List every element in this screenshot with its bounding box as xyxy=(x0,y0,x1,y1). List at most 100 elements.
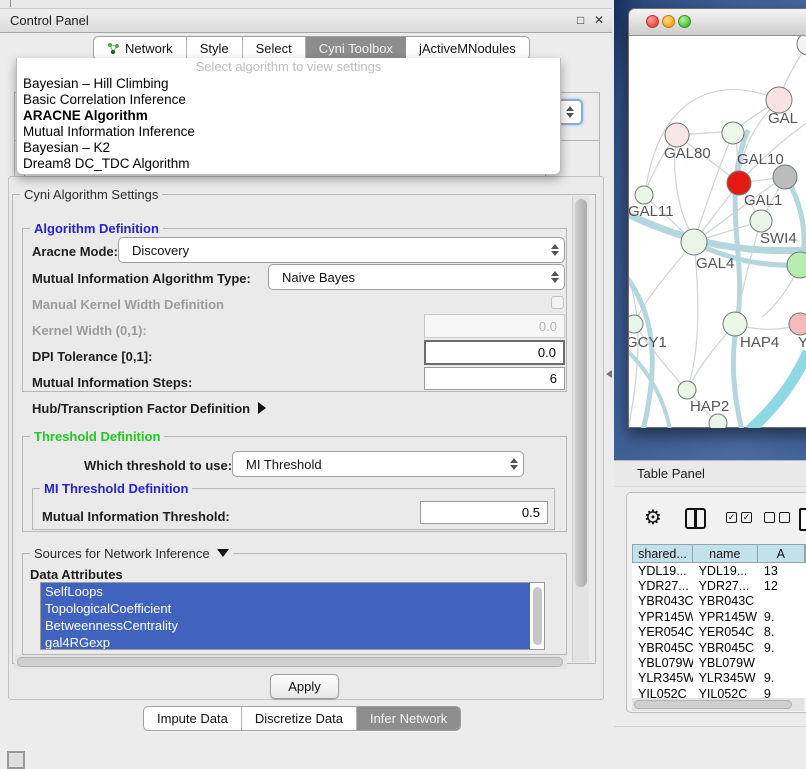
tab-jactivemnodules[interactable]: jActiveMNodules xyxy=(406,37,529,59)
network-node[interactable] xyxy=(723,312,747,336)
which-threshold-combo[interactable]: MI Threshold xyxy=(232,451,524,477)
network-node[interactable] xyxy=(797,36,806,55)
manual-kernel-checkbox[interactable] xyxy=(551,296,564,309)
network-node[interactable] xyxy=(750,210,772,232)
mi-threshold-field[interactable]: 0.5 xyxy=(420,501,548,524)
aracne-mode-combo[interactable]: Discovery xyxy=(118,237,565,263)
attribute-item-gal4rgexp[interactable]: gal4RGexp xyxy=(41,634,530,650)
tab-label: Style xyxy=(200,41,229,56)
settings-hscrollbar-thumb[interactable] xyxy=(17,657,563,667)
algorithm-option-aracne-algorithm[interactable]: ARACNE Algorithm xyxy=(17,108,560,124)
list-vscrollbar-thumb[interactable] xyxy=(533,587,542,645)
network-edge[interactable] xyxy=(750,352,806,428)
attribute-item-selfloops[interactable]: SelfLoops xyxy=(41,583,530,600)
table-cell: 12 xyxy=(758,579,806,593)
grip-box[interactable] xyxy=(7,751,25,769)
select-all-icon[interactable]: ✓✓ xyxy=(726,512,752,523)
table-row[interactable]: YIL052CYIL052C9 xyxy=(632,686,806,698)
close-button[interactable] xyxy=(646,15,659,28)
tab-label: Network xyxy=(125,41,173,56)
tab-infer-network[interactable]: Infer Network xyxy=(357,707,460,730)
mi-threshold-group-title: MI Threshold Definition xyxy=(40,481,192,496)
bottom-divider xyxy=(614,726,806,727)
tab-cyni-toolbox[interactable]: Cyni Toolbox xyxy=(306,37,406,59)
network-node[interactable] xyxy=(665,123,689,147)
mi-steps-field[interactable]: 6 xyxy=(424,367,565,390)
network-node[interactable] xyxy=(722,122,744,144)
node-label-y: Y xyxy=(798,334,806,351)
table-row[interactable]: YBR045CYBR045C9. xyxy=(632,640,806,655)
apply-label: Apply xyxy=(288,679,321,694)
network-node[interactable] xyxy=(681,229,707,255)
algorithm-option-mutual-information-inference[interactable]: Mutual Information Inference xyxy=(17,124,560,140)
export-table-icon[interactable] xyxy=(799,508,806,531)
attribute-item-betweennesscentrality[interactable]: BetweennessCentrality xyxy=(41,617,530,634)
table-row[interactable]: YLR345WYLR345W9. xyxy=(632,671,806,686)
table-cell: YPR145W xyxy=(632,610,693,624)
table-row[interactable]: YDL19...YDL19...13 xyxy=(632,563,806,578)
network-node[interactable] xyxy=(773,165,797,189)
tab-impute-data[interactable]: Impute Data xyxy=(144,707,242,730)
hub-definition-toggle[interactable]: Hub/Transcription Factor Definition xyxy=(32,400,266,418)
network-node[interactable] xyxy=(789,313,806,335)
node-label-hap4: HAP4 xyxy=(740,334,779,351)
columns-icon[interactable] xyxy=(685,508,706,529)
settings-hscrollbar[interactable] xyxy=(14,655,567,669)
network-node[interactable] xyxy=(787,252,806,278)
zoom-button[interactable] xyxy=(678,15,691,28)
tab-network[interactable]: Network xyxy=(94,37,187,59)
network-window-titlebar[interactable] xyxy=(629,9,806,36)
table-header: shared...nameA xyxy=(632,544,806,563)
aracne-mode-value: Discovery xyxy=(119,243,546,258)
tab-label: Infer Network xyxy=(370,711,447,726)
settings-vscrollbar[interactable] xyxy=(572,196,589,662)
node-label-gal4: GAL4 xyxy=(696,255,734,272)
table-row[interactable]: YER054CYER054C8. xyxy=(632,625,806,640)
data-attributes-list[interactable]: SelfLoopsTopologicalCoefficientBetweenne… xyxy=(40,582,545,650)
attribute-item-topologicalcoefficient[interactable]: TopologicalCoefficient xyxy=(41,600,530,617)
tab-style[interactable]: Style xyxy=(187,37,243,59)
table-cell: YIL052C xyxy=(632,687,693,698)
table-row[interactable]: YDR27...YDR27...12 xyxy=(632,578,806,593)
deselect-all-icon[interactable] xyxy=(764,512,790,523)
node-label-gcy1: GCY1 xyxy=(629,334,667,351)
apply-button[interactable]: Apply xyxy=(270,674,339,699)
table-rows: YDL19...YDL19...13YDR27...YDR27...12YBR0… xyxy=(632,563,806,698)
settings-vscrollbar-thumb[interactable] xyxy=(575,199,587,587)
table-cell: 13 xyxy=(758,564,806,578)
sources-title-row[interactable]: Sources for Network Inference xyxy=(30,546,233,561)
split-collapse-icon[interactable] xyxy=(606,370,612,378)
table-hscrollbar[interactable] xyxy=(632,698,804,711)
table-row[interactable]: YBR043CYBR043C xyxy=(632,594,806,609)
algorithm-option-bayesian-hill-climbing[interactable]: Bayesian – Hill Climbing xyxy=(17,76,560,92)
table-row[interactable]: YPR145WYPR145W9. xyxy=(632,609,806,624)
algorithm-option-basic-correlation-inference[interactable]: Basic Correlation Inference xyxy=(17,92,560,108)
table-hscrollbar-thumb[interactable] xyxy=(634,700,792,709)
close-icon[interactable]: ✕ xyxy=(594,13,604,27)
dpi-tolerance-field[interactable]: 0.0 xyxy=(424,340,565,365)
network-node[interactable] xyxy=(635,186,653,204)
gear-icon[interactable]: ⚙ xyxy=(644,505,662,530)
column-header-shared[interactable]: shared... xyxy=(633,545,693,562)
column-header-a[interactable]: A xyxy=(758,545,805,562)
network-node[interactable] xyxy=(709,414,727,428)
tab-discretize-data[interactable]: Discretize Data xyxy=(242,707,357,730)
column-header-name[interactable]: name xyxy=(693,545,758,562)
algorithm-dropdown: Select algorithm to view settings Bayesi… xyxy=(16,58,561,175)
network-window[interactable]: GALGAL80GAL10GAL11GAL1SWI4GAL4GCY1HAP4YH… xyxy=(628,8,806,428)
kernel-width-field[interactable]: 0.0 xyxy=(424,314,565,338)
algorithm-options: Bayesian – Hill ClimbingBasic Correlatio… xyxy=(17,76,560,172)
algorithm-option-dream8-dc-tdc-algorithm[interactable]: Dream8 DC_TDC Algorithm xyxy=(17,156,560,172)
network-node[interactable] xyxy=(678,381,696,399)
table-row[interactable]: YBL079WYBL079W xyxy=(632,655,806,670)
table-panel-title: Table Panel xyxy=(637,466,705,481)
tab-select[interactable]: Select xyxy=(243,37,306,59)
float-icon[interactable]: □ xyxy=(577,13,584,27)
mi-type-combo[interactable]: Naive Bayes xyxy=(268,264,565,290)
algorithm-option-bayesian-k2[interactable]: Bayesian – K2 xyxy=(17,140,560,156)
network-node[interactable] xyxy=(629,315,643,333)
minimize-button[interactable] xyxy=(662,15,675,28)
threshold-definition-title: Threshold Definition xyxy=(30,429,164,444)
network-canvas[interactable]: GALGAL80GAL10GAL11GAL1SWI4GAL4GCY1HAP4YH… xyxy=(629,36,806,428)
mi-steps-label: Mutual Information Steps: xyxy=(32,375,192,390)
